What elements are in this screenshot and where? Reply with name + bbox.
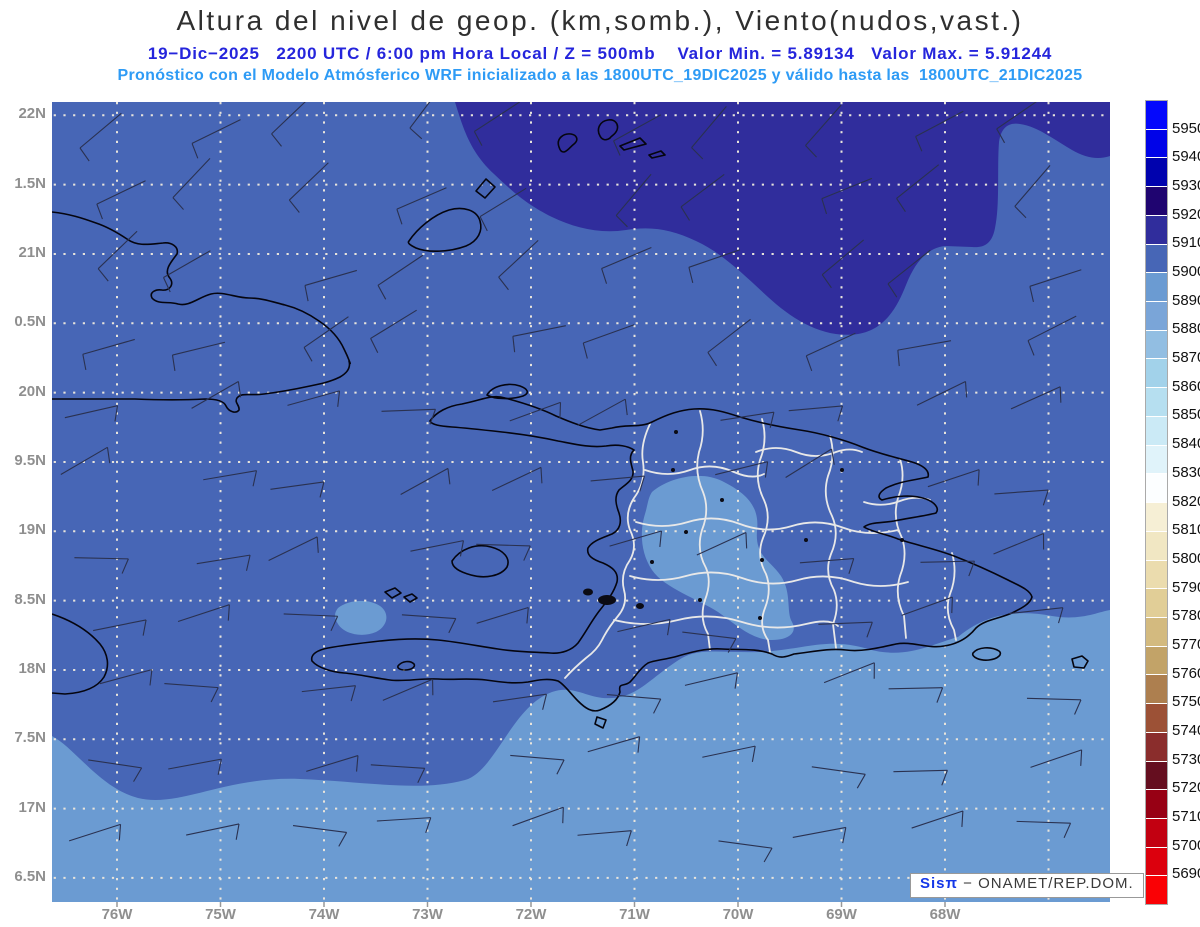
colorbar-cell (1146, 101, 1167, 130)
colorbar-cell (1146, 646, 1167, 676)
colorbar-cell (1146, 847, 1167, 877)
lat-label: 21N (18, 243, 46, 261)
colorbar-cell (1146, 531, 1167, 561)
colorbar-label: 5690 (1172, 865, 1200, 883)
colorbar-cell (1146, 330, 1167, 360)
pi-symbol: π (945, 875, 958, 892)
branding-org-text: − ONAMET/REP.DOM. (958, 875, 1134, 892)
sispi-logo-text: Sis (920, 875, 946, 892)
colorbar-label: 5910 (1172, 234, 1200, 252)
map-canvas (52, 102, 1110, 907)
lon-label: 72W (515, 906, 547, 923)
colorbar-label: 5700 (1172, 836, 1200, 854)
colorbar-cell (1146, 359, 1167, 389)
colorbar-cell (1146, 704, 1167, 733)
colorbar-label: 5750 (1172, 693, 1200, 711)
colorbar-label: 5880 (1172, 320, 1200, 338)
colorbar-cell (1146, 474, 1167, 504)
lon-label: 69W (826, 906, 857, 923)
colorbar-label: 5790 (1172, 578, 1200, 596)
colorbar-cell (1146, 617, 1167, 647)
colorbar-label: 5760 (1172, 664, 1200, 682)
colorbar-cell (1146, 129, 1167, 159)
lat-label: 17N (18, 798, 46, 816)
onamet-branding-box: Sisπ − ONAMET/REP.DOM. (910, 873, 1144, 898)
lat-label: 1.5N (14, 174, 46, 192)
colorbar-cell (1146, 302, 1167, 331)
lon-label: 76W (101, 906, 133, 923)
colorbar-cell (1146, 158, 1167, 188)
colorbar-cell (1146, 675, 1167, 705)
colorbar-cell (1146, 273, 1167, 303)
colorbar-label: 5950 (1172, 119, 1200, 137)
colorbar-cell (1146, 876, 1167, 905)
colorbar-cell (1146, 215, 1167, 245)
lat-label: 9.5N (14, 451, 46, 469)
lat-label: 19N (18, 521, 46, 539)
lon-label: 75W (205, 906, 236, 923)
colorbar-cell (1146, 761, 1167, 791)
colorbar-label: 5720 (1172, 779, 1200, 797)
lat-label: 7.5N (14, 729, 46, 747)
colorbar-cell (1146, 388, 1167, 417)
colorbar-label: 5900 (1172, 263, 1200, 281)
colorbar-cell (1146, 187, 1167, 216)
colorbar-label: 5940 (1172, 148, 1200, 166)
colorbar-label: 5800 (1172, 549, 1200, 567)
colorbar-label: 5830 (1172, 463, 1200, 481)
lat-label: 22N (18, 105, 46, 123)
colorbar-label: 5920 (1172, 205, 1200, 223)
colorbar-cell (1146, 244, 1167, 274)
colorbar-label: 5850 (1172, 406, 1200, 424)
colorbar-label: 5870 (1172, 349, 1200, 367)
lon-label: 70W (722, 906, 754, 923)
lon-label: 74W (308, 906, 340, 923)
lat-label: 18N (18, 659, 46, 677)
colorbar-cell (1146, 416, 1167, 446)
geopotential-colorbar (1145, 100, 1168, 905)
lat-label: 20N (18, 382, 46, 400)
colorbar-label: 5860 (1172, 377, 1200, 395)
colorbar-label: 5930 (1172, 177, 1200, 195)
colorbar-label: 5820 (1172, 492, 1200, 510)
colorbar-label: 5740 (1172, 721, 1200, 739)
colorbar-cell (1146, 589, 1167, 618)
lat-label: 6.5N (14, 867, 46, 885)
colorbar-label: 5890 (1172, 291, 1200, 309)
colorbar-cell (1146, 818, 1167, 848)
colorbar-label: 5730 (1172, 750, 1200, 768)
lat-label: 8.5N (14, 590, 46, 608)
lon-label: 68W (929, 906, 961, 923)
colorbar-cell (1146, 445, 1167, 475)
colorbar-label: 5710 (1172, 807, 1200, 825)
colorbar-label: 5780 (1172, 607, 1200, 625)
colorbar-cell (1146, 732, 1167, 762)
colorbar-cell (1146, 503, 1167, 532)
colorbar-label: 5840 (1172, 435, 1200, 453)
colorbar-cell (1146, 790, 1167, 819)
colorbar-label: 5810 (1172, 521, 1200, 539)
colorbar-label: 5770 (1172, 635, 1200, 653)
colorbar-cell (1146, 560, 1167, 590)
lon-label: 73W (412, 906, 443, 923)
lon-label: 71W (619, 906, 650, 923)
lat-label: 0.5N (14, 313, 46, 331)
weather-map-page: Altura del nivel de geop. (km,somb.), Vi… (0, 0, 1200, 927)
